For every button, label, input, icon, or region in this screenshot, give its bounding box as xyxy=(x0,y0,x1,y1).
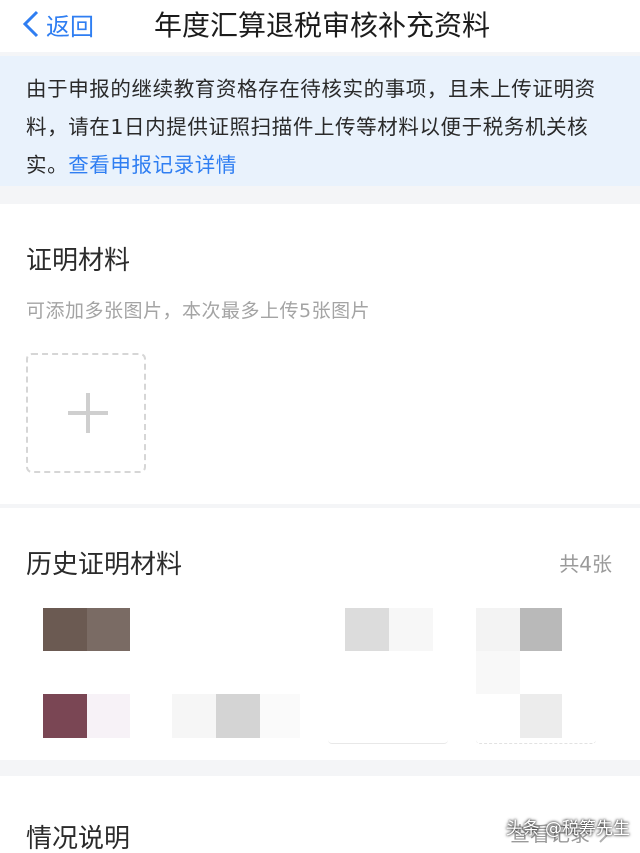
proof-section: 证明材料 可添加多张图片，本次最多上传5张图片 xyxy=(0,204,640,504)
history-thumbnail[interactable] xyxy=(328,604,448,744)
history-thumbnail[interactable] xyxy=(172,604,300,744)
page-title: 年度汇算退税审核补充资料 xyxy=(153,9,490,42)
situation-title: 情况说明 xyxy=(26,824,131,853)
add-image-button[interactable] xyxy=(26,353,146,473)
history-title: 历史证明材料 xyxy=(26,550,183,580)
history-thumbnail[interactable] xyxy=(476,604,596,744)
view-declaration-link[interactable]: 查看申报记录详情 xyxy=(68,153,237,177)
nav-bar: 返回 年度汇算退税审核补充资料 xyxy=(0,0,640,52)
proof-title: 证明材料 xyxy=(26,246,131,276)
history-count: 共4张 xyxy=(559,552,612,576)
history-thumbnail[interactable] xyxy=(28,604,148,744)
proof-hint: 可添加多张图片，本次最多上传5张图片 xyxy=(26,300,371,322)
watermark: 头条 @税筹先生 xyxy=(505,819,630,839)
history-section: 历史证明材料 共4张 xyxy=(0,508,640,760)
notice-banner: 由于申报的继续教育资格存在待核实的事项，且未上传证明资料，请在1日内提供证照扫描… xyxy=(0,56,640,186)
